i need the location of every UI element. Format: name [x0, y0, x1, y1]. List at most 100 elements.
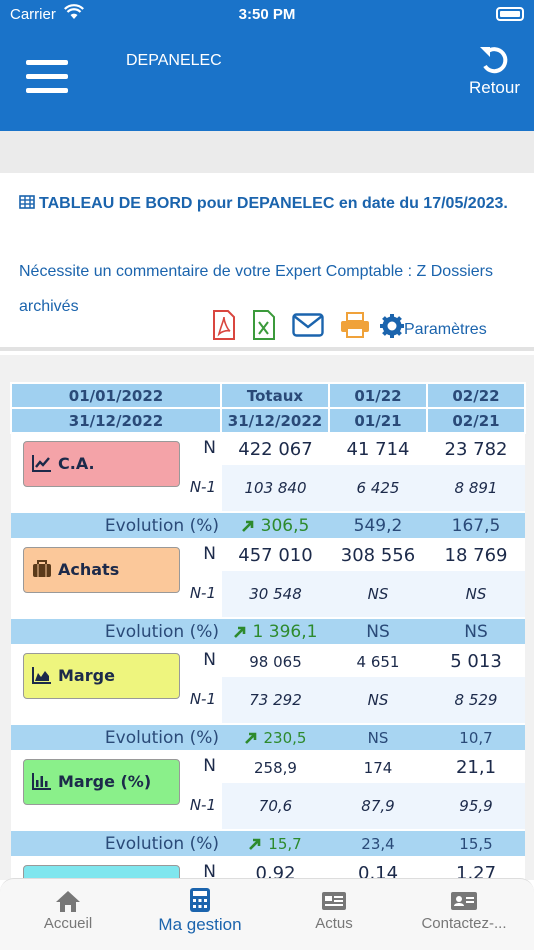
briefcase-icon [33, 560, 51, 577]
nav-contactez-label: Contactez-... [421, 915, 507, 932]
header-row-1: 01/01/2022 Totaux 01/22 02/22 [10, 382, 526, 409]
growth-arrow-icon [249, 838, 261, 850]
value-n1: 30 548 [221, 571, 329, 618]
row-evolution-ca: Evolution (%) 306,5 549,2 167,5 [11, 511, 525, 540]
evolution-label: Evolution (%) [11, 617, 221, 646]
dashboard-title-text: TABLEAU DE BORD pour DEPANELEC en date d… [39, 195, 508, 212]
value-n: 258,9 [221, 751, 329, 783]
month-compare-1: 01/21 [328, 407, 428, 434]
evolution-value: 10,7 [427, 723, 525, 752]
row-evolution-achats: Evolution (%) 1 396,1 NS NS [11, 617, 525, 646]
dashboard-table: 01/01/2022 Totaux 01/22 02/22 31/12/2022… [10, 382, 526, 911]
excel-icon[interactable] [252, 310, 276, 340]
value-n: 23 782 [427, 433, 525, 465]
value-n: 422 067 [221, 433, 329, 465]
nav-ma-gestion-label: Ma gestion [158, 915, 242, 934]
row-n-ca: C.A. N N-1 422 067 41 714 23 782 [11, 433, 525, 512]
value-n1: 73 292 [221, 677, 329, 724]
back-label: Retour [468, 78, 520, 97]
row-evolution-marge: Evolution (%) 230,5 NS 10,7 [11, 723, 525, 752]
metric-label-marge-pct[interactable]: Marge (%) [23, 759, 180, 805]
evolution-total: 15,7 [221, 829, 329, 858]
value-n: 308 556 [329, 539, 427, 571]
header-row-2: 31/12/2022 31/12/2022 01/21 02/21 [10, 407, 526, 434]
metric-cell: Marge (%) N N-1 [11, 751, 222, 830]
month-header-1: 01/22 [328, 382, 428, 409]
value-n1: NS [427, 571, 525, 618]
evolution-label: Evolution (%) [11, 829, 221, 858]
n-label: N [203, 756, 216, 776]
growth-arrow-icon [244, 732, 256, 744]
metric-label-achats[interactable]: Achats [23, 547, 180, 593]
evolution-value: 1 396,1 [252, 621, 318, 642]
evolution-value: 15,7 [268, 834, 302, 853]
table-icon [19, 195, 35, 209]
value-n1: NS [329, 677, 427, 724]
row-n-marge: Marge N N-1 98 065 4 651 5 013 [11, 645, 525, 724]
home-icon [56, 891, 80, 912]
value-n1: 8 891 [427, 465, 525, 512]
metric-name: Marge [58, 666, 115, 685]
back-button[interactable]: Retour [469, 44, 520, 98]
evolution-label: Evolution (%) [11, 723, 221, 752]
metric-label-marge[interactable]: Marge [23, 653, 180, 699]
value-n: 174 [329, 751, 427, 783]
n1-label: N-1 [189, 690, 216, 708]
value-n1: 87,9 [329, 783, 427, 830]
print-icon[interactable] [340, 312, 370, 338]
metric-name: Achats [58, 560, 120, 579]
evolution-label: Evolution (%) [11, 511, 221, 540]
company-title: DEPANELEC [126, 52, 222, 69]
settings-label: Paramètres [404, 321, 487, 338]
gear-icon [380, 314, 404, 338]
evolution-value: 167,5 [427, 511, 525, 540]
nav-contactez[interactable]: Contactez-... [408, 889, 520, 932]
n1-label: N-1 [189, 478, 216, 496]
evolution-total: 1 396,1 [221, 617, 329, 646]
metric-cell: Marge N N-1 [11, 645, 222, 724]
metric-cell: Achats N N-1 [11, 539, 222, 618]
evolution-value: 23,4 [329, 829, 427, 858]
spacer-bar [0, 131, 534, 173]
nav-actus[interactable]: Actus [306, 889, 362, 932]
n-label: N [203, 650, 216, 670]
n-label: N [203, 544, 216, 564]
status-bar: Carrier 3:50 PM [0, 0, 534, 30]
hamburger-menu-button[interactable] [26, 60, 68, 96]
row-n-achats: Achats N N-1 457 010 308 556 18 769 [11, 539, 525, 618]
value-n: 21,1 [427, 751, 525, 783]
value-n1: 70,6 [221, 783, 329, 830]
value-n: 457 010 [221, 539, 329, 571]
nav-accueil[interactable]: Accueil [36, 889, 100, 932]
totals-header: Totaux [220, 382, 330, 409]
dashboard-table-area[interactable]: 01/01/2022 Totaux 01/22 02/22 31/12/2022… [0, 355, 534, 911]
app-header: DEPANELEC Retour [0, 30, 534, 131]
nav-ma-gestion[interactable]: Ma gestion [150, 887, 250, 935]
n1-label: N-1 [189, 796, 216, 814]
evolution-value: 549,2 [329, 511, 427, 540]
value-n1: NS [329, 571, 427, 618]
battery-icon [496, 7, 524, 21]
value-n1: 95,9 [427, 783, 525, 830]
refresh-back-icon [480, 47, 508, 74]
nav-actus-label: Actus [315, 915, 353, 932]
totals-date: 31/12/2022 [220, 407, 330, 434]
period-end: 31/12/2022 [10, 407, 222, 434]
evolution-value: 15,5 [427, 829, 525, 858]
evolution-value: NS [329, 617, 427, 646]
calculator-icon [190, 888, 210, 912]
evolution-value: 230,5 [263, 728, 307, 747]
pdf-icon[interactable] [212, 310, 236, 340]
month-compare-2: 02/21 [426, 407, 526, 434]
email-icon[interactable] [292, 313, 324, 337]
value-n1: 103 840 [221, 465, 329, 512]
line-chart-icon [32, 455, 51, 472]
bottom-navigation: Accueil Ma gestion Actus Contactez-... [0, 878, 534, 950]
metric-name: C.A. [58, 454, 95, 473]
metric-label-ca[interactable]: C.A. [23, 441, 180, 487]
settings-button[interactable]: Paramètres [380, 314, 487, 339]
row-evolution-marge-pct: Evolution (%) 15,7 23,4 15,5 [11, 829, 525, 858]
value-n: 18 769 [427, 539, 525, 571]
value-n: 98 065 [221, 645, 329, 677]
month-header-2: 02/22 [426, 382, 526, 409]
